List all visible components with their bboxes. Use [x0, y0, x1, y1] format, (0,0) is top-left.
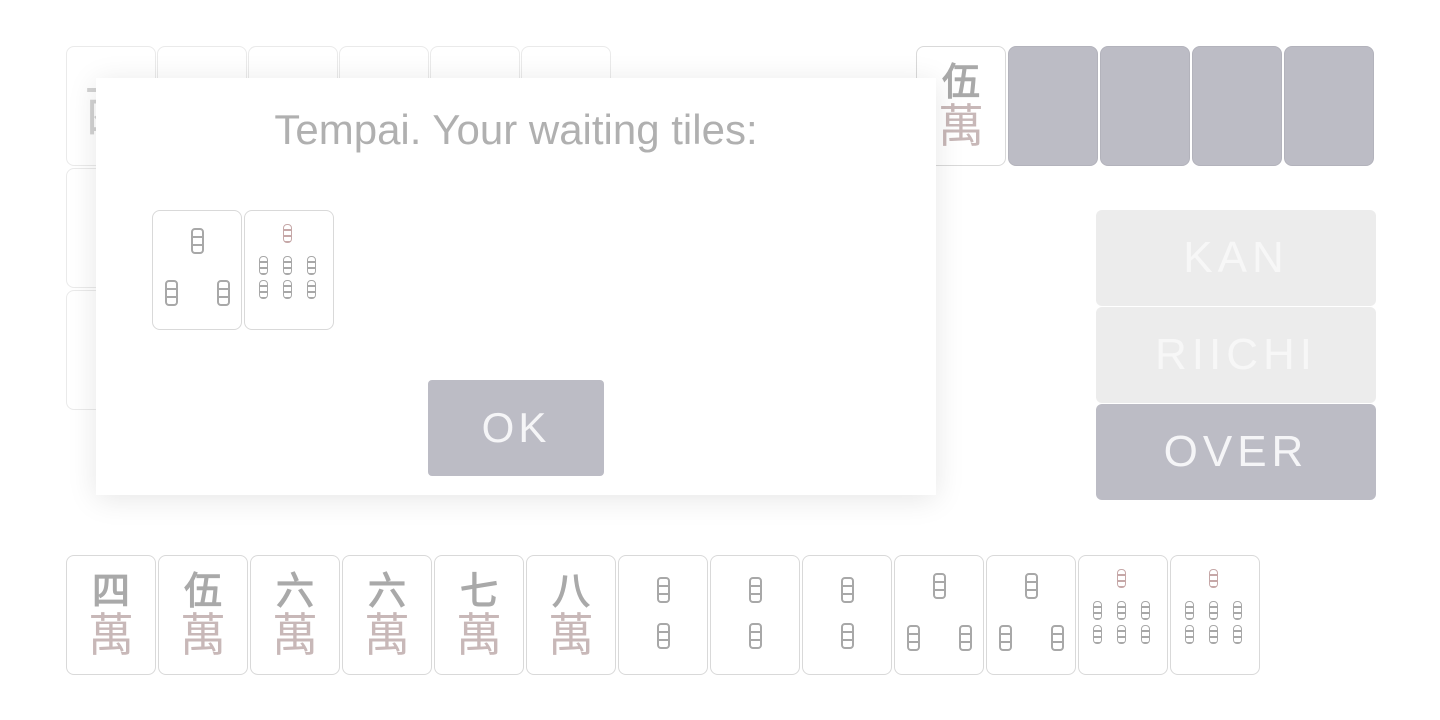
3-sou-tile-icon — [991, 565, 1071, 665]
character-tile-icon: 四萬 — [88, 568, 134, 662]
bamboo-stick — [841, 623, 854, 649]
hand-tile[interactable]: 六萬 — [250, 555, 340, 675]
9-sou-tile-icon — [1083, 565, 1163, 665]
9-sou-tile-icon — [249, 220, 329, 320]
bamboo-stick — [1141, 601, 1150, 620]
bamboo-stick — [217, 280, 230, 306]
hand-tile[interactable] — [894, 555, 984, 675]
tile-suit: 萬 — [88, 608, 134, 662]
tile-number: 八 — [551, 568, 590, 613]
hand-tile[interactable]: 六萬 — [342, 555, 432, 675]
bamboo-stick — [657, 577, 670, 603]
bamboo-stick — [283, 280, 292, 299]
dialog-title: Tempai. Your waiting tiles: — [274, 106, 758, 153]
character-tile-icon: 伍 萬 — [938, 59, 984, 153]
ok-button[interactable]: OK — [428, 380, 604, 476]
hand-tile[interactable] — [1170, 555, 1260, 675]
kan-button[interactable]: KAN — [1096, 210, 1376, 306]
bamboo-stick — [1185, 601, 1194, 620]
3-sou-tile-icon — [157, 220, 237, 320]
tempai-dialog: Tempai. Your waiting tiles: OK — [96, 78, 936, 495]
character-tile-icon: 伍萬 — [180, 568, 226, 662]
bamboo-stick — [259, 256, 268, 275]
bamboo-stick — [1209, 569, 1218, 588]
tile-number: 六 — [275, 568, 314, 613]
bamboo-stick — [1233, 625, 1242, 644]
over-button[interactable]: OVER — [1096, 404, 1376, 500]
bamboo-stick — [1141, 625, 1150, 644]
bamboo-stick — [907, 625, 920, 651]
tile-number: 四 — [91, 568, 130, 613]
tile-number: 七 — [459, 568, 498, 613]
bamboo-stick — [959, 625, 972, 651]
2-sou-tile-icon — [715, 565, 795, 665]
bamboo-stick — [841, 577, 854, 603]
tile-suit: 萬 — [456, 608, 502, 662]
bamboo-stick — [749, 623, 762, 649]
dora-hidden-tile — [1284, 46, 1374, 166]
tile-number: 伍 — [941, 59, 980, 104]
character-tile-icon: 六萬 — [364, 568, 410, 662]
hand-tile[interactable]: 四萬 — [66, 555, 156, 675]
bamboo-stick — [191, 228, 204, 254]
2-sou-tile-icon — [807, 565, 887, 665]
hand-tile[interactable] — [1078, 555, 1168, 675]
2-sou-tile-icon — [623, 565, 703, 665]
3-sou-tile-icon — [899, 565, 979, 665]
tile-suit: 萬 — [364, 608, 410, 662]
bamboo-stick — [307, 256, 316, 275]
hand-tile[interactable] — [986, 555, 1076, 675]
waiting-tile — [244, 210, 334, 330]
bamboo-stick — [283, 256, 292, 275]
bamboo-stick — [165, 280, 178, 306]
bamboo-stick — [1185, 625, 1194, 644]
tile-suit: 萬 — [938, 99, 984, 153]
character-tile-icon: 八萬 — [548, 568, 594, 662]
9-sou-tile-icon — [1175, 565, 1255, 665]
bamboo-stick — [749, 577, 762, 603]
bamboo-stick — [1117, 601, 1126, 620]
bamboo-stick — [307, 280, 316, 299]
bamboo-stick — [1117, 569, 1126, 588]
tile-number: 伍 — [183, 568, 222, 613]
character-tile-icon: 七萬 — [456, 568, 502, 662]
character-tile-icon: 六萬 — [272, 568, 318, 662]
bamboo-stick — [1025, 573, 1038, 599]
tile-suit: 萬 — [272, 608, 318, 662]
hand-tile[interactable]: 伍萬 — [158, 555, 248, 675]
hand-tile[interactable] — [618, 555, 708, 675]
tile-suit: 萬 — [548, 608, 594, 662]
bamboo-stick — [1051, 625, 1064, 651]
hand-tile[interactable] — [710, 555, 800, 675]
bamboo-stick — [1209, 601, 1218, 620]
tile-suit: 萬 — [180, 608, 226, 662]
waiting-tile — [152, 210, 242, 330]
hand-tile[interactable]: 八萬 — [526, 555, 616, 675]
bamboo-stick — [1093, 601, 1102, 620]
bamboo-stick — [657, 623, 670, 649]
dora-hidden-tile — [1192, 46, 1282, 166]
bamboo-stick — [1233, 601, 1242, 620]
hand-tile[interactable] — [802, 555, 892, 675]
bamboo-stick — [1117, 625, 1126, 644]
riichi-button[interactable]: RIICHI — [1096, 307, 1376, 403]
tile-number: 六 — [367, 568, 406, 613]
hand-tile[interactable]: 七萬 — [434, 555, 524, 675]
bamboo-stick — [1209, 625, 1218, 644]
dora-hidden-tile — [1008, 46, 1098, 166]
bamboo-stick — [999, 625, 1012, 651]
bamboo-stick — [283, 224, 292, 243]
dora-hidden-tile — [1100, 46, 1190, 166]
bamboo-stick — [933, 573, 946, 599]
bamboo-stick — [1093, 625, 1102, 644]
bamboo-stick — [259, 280, 268, 299]
